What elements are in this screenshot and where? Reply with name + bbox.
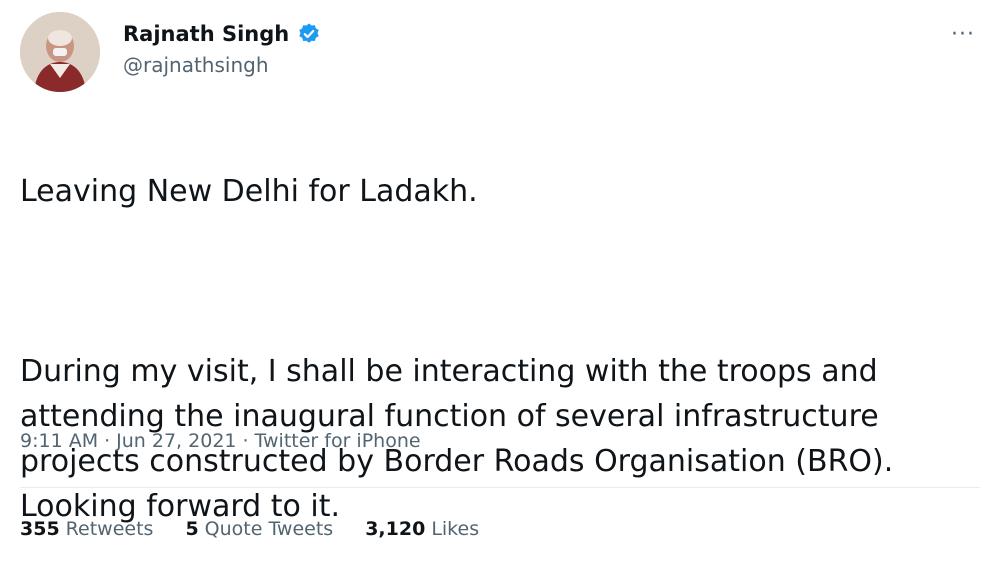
quote-tweets-count: 5	[185, 518, 199, 540]
name-block: Rajnath Singh @rajnathsingh	[123, 20, 321, 80]
more-options-icon[interactable]: ···	[948, 22, 978, 47]
tweet-text: Leaving New Delhi for Ladakh. During my …	[20, 124, 950, 574]
avatar-image	[20, 12, 100, 92]
user-handle[interactable]: @rajnathsingh	[123, 50, 321, 80]
retweets-count: 355	[20, 518, 60, 540]
tweet-header: Rajnath Singh @rajnathsingh ···	[20, 12, 980, 96]
tweet-stats: 355 Retweets 5 Quote Tweets 3,120 Likes	[20, 518, 479, 540]
likes-stat[interactable]: 3,120 Likes	[365, 518, 479, 540]
meta-separator: ·	[104, 430, 111, 452]
tweet-time[interactable]: 9:11 AM	[20, 430, 98, 452]
tweet-card: Rajnath Singh @rajnathsingh ··· Leaving …	[0, 0, 1000, 547]
divider	[20, 487, 980, 488]
tweet-date[interactable]: Jun 27, 2021	[116, 430, 236, 452]
quote-tweets-label: Quote Tweets	[204, 518, 334, 540]
name-row: Rajnath Singh	[123, 20, 321, 48]
quote-tweets-stat[interactable]: 5 Quote Tweets	[185, 518, 333, 540]
likes-label: Likes	[431, 518, 480, 540]
likes-count: 3,120	[365, 518, 426, 540]
tweet-paragraph-1: Leaving New Delhi for Ladakh.	[20, 174, 478, 209]
meta-separator: ·	[242, 430, 249, 452]
avatar[interactable]	[20, 12, 100, 92]
tweet-meta: 9:11 AM · Jun 27, 2021 · Twitter for iPh…	[20, 430, 421, 452]
retweets-label: Retweets	[65, 518, 154, 540]
tweet-source[interactable]: Twitter for iPhone	[255, 430, 421, 452]
verified-badge-icon	[297, 22, 321, 46]
display-name[interactable]: Rajnath Singh	[123, 20, 289, 48]
retweets-stat[interactable]: 355 Retweets	[20, 518, 153, 540]
